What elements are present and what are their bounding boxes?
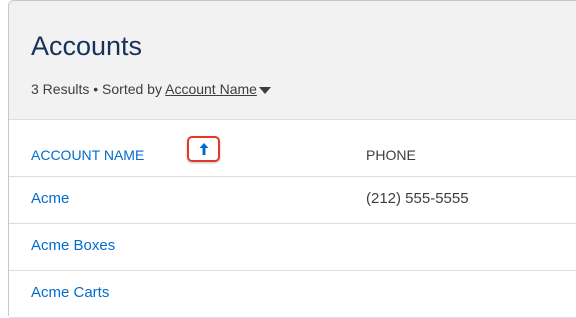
list-header: Accounts 3 Results • Sorted by Account N… [9, 1, 576, 120]
page-title: Accounts [31, 31, 143, 61]
table-row: Acme Boxes [9, 224, 576, 271]
phone-cell: (212) 555-5555 [366, 190, 469, 207]
account-name-link[interactable]: Acme Carts [31, 284, 109, 301]
separator: • [93, 81, 99, 97]
account-name-link[interactable]: Acme [31, 190, 69, 207]
table-row: Acme Carts [9, 271, 576, 318]
sort-ascending-button[interactable] [187, 136, 220, 162]
account-name-link[interactable]: Acme Boxes [31, 237, 115, 254]
list-summary: 3 Results • Sorted by Account Name [31, 81, 271, 97]
sorted-by-label: Sorted by [102, 81, 162, 97]
arrow-up-icon [199, 143, 208, 155]
table-header-row: ACCOUNT NAME PHONE [9, 120, 576, 177]
result-count: 3 Results [31, 81, 90, 97]
column-header-account-name[interactable]: ACCOUNT NAME [31, 147, 144, 163]
column-header-phone[interactable]: PHONE [366, 147, 416, 163]
accounts-list-view: Accounts 3 Results • Sorted by Account N… [8, 0, 576, 318]
sort-field-link[interactable]: Account Name [165, 81, 257, 97]
caret-down-icon[interactable] [258, 86, 271, 94]
table-row: Acme (212) 555-5555 [9, 177, 576, 224]
